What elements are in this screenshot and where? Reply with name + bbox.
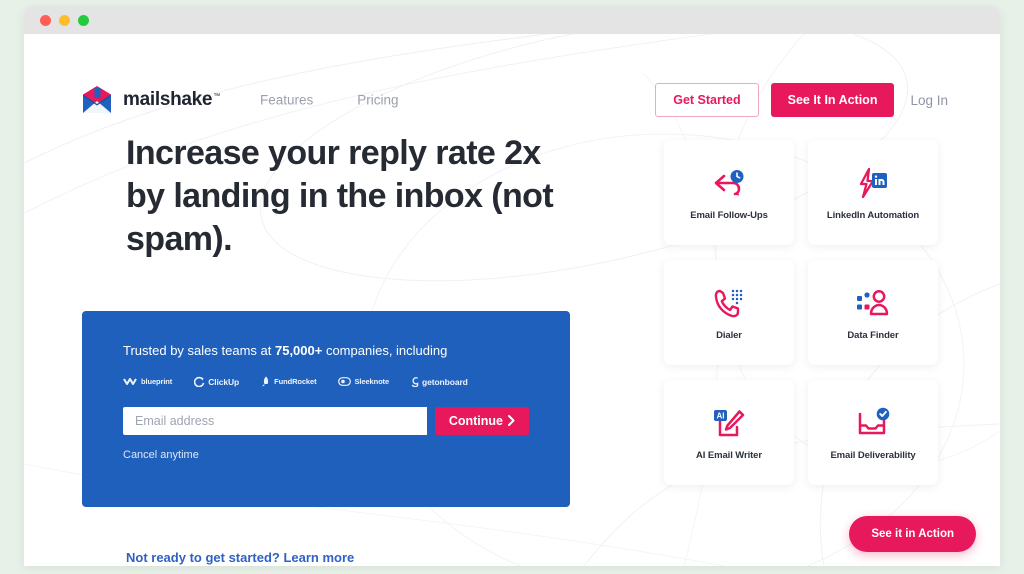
- nav-item-pricing[interactable]: Pricing: [357, 93, 398, 108]
- feature-card-ai-email-writer[interactable]: AI AI Email Writer: [664, 380, 794, 485]
- phone-keypad-icon: [714, 289, 743, 317]
- client-logo-row: blueprint ClickUp FundRocket Sleeknote g: [123, 376, 529, 388]
- inbox-check-icon: [858, 407, 890, 434]
- signup-form: Continue: [123, 406, 529, 435]
- site-header: mailshake™ Features Pricing Get Started …: [24, 80, 1000, 120]
- feature-label: Email Deliverability: [830, 449, 916, 461]
- clickup-logo-icon: [194, 377, 205, 388]
- trusted-by-text: Trusted by sales teams at 75,000+ compan…: [123, 343, 529, 360]
- feature-card-dialer[interactable]: Dialer: [664, 260, 794, 365]
- feature-card-email-follow-ups[interactable]: Email Follow-Ups: [664, 140, 794, 245]
- feature-label: Email Follow-Ups: [690, 209, 768, 221]
- cancel-anytime-note: Cancel anytime: [123, 448, 199, 461]
- getonboard-logo-icon: [411, 377, 419, 388]
- main-nav: Features Pricing: [260, 93, 399, 108]
- feature-label: Data Finder: [847, 329, 899, 341]
- feature-label: LinkedIn Automation: [826, 209, 920, 221]
- window-maximize-button[interactable]: [78, 14, 89, 26]
- continue-button[interactable]: Continue: [434, 406, 529, 435]
- feature-label: AI Email Writer: [696, 449, 762, 461]
- blueprint-logo-icon: [123, 378, 137, 386]
- client-logo-label: blueprint: [141, 377, 173, 387]
- client-logo-sleeknote: Sleeknote: [338, 376, 389, 387]
- email-input[interactable]: [123, 406, 427, 435]
- see-it-in-action-button[interactable]: See It In Action: [770, 83, 895, 117]
- window-close-button[interactable]: [40, 14, 51, 26]
- page-title: Increase your reply rate 2x by landing i…: [126, 134, 554, 258]
- header-actions: Get Started See It In Action Log In: [655, 83, 952, 117]
- mailshake-logo[interactable]: mailshake™: [80, 85, 220, 115]
- get-started-button[interactable]: Get Started: [655, 83, 759, 117]
- logo-wordmark: mailshake™: [123, 89, 220, 110]
- learn-more-link[interactable]: Not ready to get started? Learn more: [126, 550, 354, 565]
- fundrocket-logo-icon: [262, 376, 269, 387]
- page-content: mailshake™ Features Pricing Get Started …: [24, 34, 1000, 566]
- continue-label: Continue: [448, 413, 503, 428]
- client-logo-label: ClickUp: [208, 376, 240, 387]
- client-logo-clickup: ClickUp: [194, 376, 240, 388]
- client-logo-label: FundRocket: [274, 377, 317, 387]
- feature-card-email-deliverability[interactable]: Email Deliverability: [808, 380, 938, 485]
- window-minimize-button[interactable]: [59, 14, 70, 26]
- bolt-linkedin-icon: [859, 167, 887, 198]
- browser-titlebar: [24, 6, 1000, 34]
- sleeknote-logo-icon: [338, 377, 352, 387]
- signup-card: Trusted by sales teams at 75,000+ compan…: [82, 311, 570, 507]
- chevron-right-icon: [508, 415, 515, 427]
- trusted-prefix: Trusted by sales teams at: [123, 343, 275, 358]
- log-in-button[interactable]: Log In: [906, 87, 952, 114]
- browser-window: mailshake™ Features Pricing Get Started …: [24, 6, 1000, 566]
- client-logo-fundrocket: FundRocket: [261, 376, 317, 388]
- feature-card-linkedin-automation[interactable]: LinkedIn Automation: [808, 140, 938, 245]
- svg-text:AI: AI: [717, 411, 725, 420]
- client-logo-getonboard: getonboard: [411, 376, 468, 388]
- feature-card-grid: Email Follow-Ups LinkedIn Automation Dia…: [664, 140, 954, 485]
- envelope-logo-icon: [83, 86, 111, 113]
- feature-label: Dialer: [716, 329, 742, 341]
- trademark-mark: ™: [213, 92, 220, 100]
- trusted-suffix: companies, including: [322, 343, 448, 358]
- client-logo-label: Sleeknote: [354, 377, 390, 387]
- nav-item-features[interactable]: Features: [260, 93, 313, 108]
- client-logo-label: getonboard: [422, 376, 468, 387]
- data-person-icon: [857, 289, 889, 315]
- feature-card-data-finder[interactable]: Data Finder: [808, 260, 938, 365]
- reply-clock-icon: [714, 169, 744, 195]
- client-logo-blueprint: blueprint: [123, 376, 172, 387]
- trusted-count: 75,000+: [274, 343, 323, 358]
- floating-see-it-in-action-button[interactable]: See it in Action: [849, 516, 976, 552]
- pencil-ai-icon: AI: [714, 409, 745, 436]
